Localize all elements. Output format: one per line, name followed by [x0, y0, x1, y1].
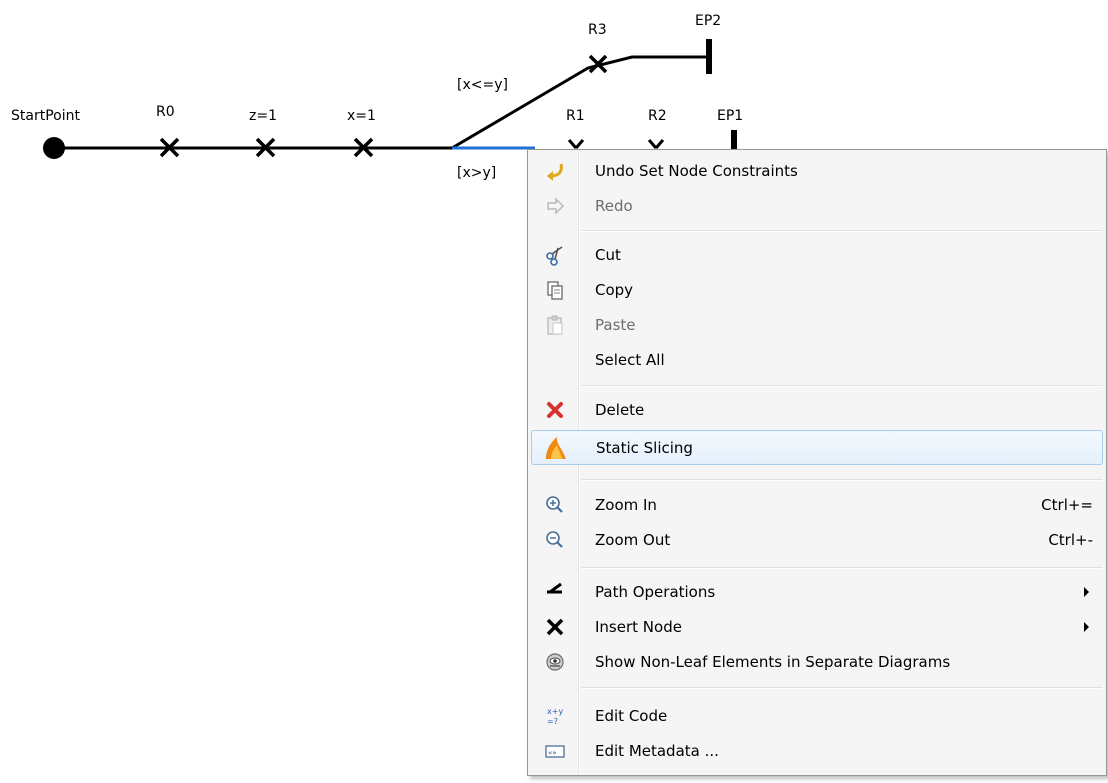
node-r1-label: R1 [566, 108, 585, 124]
path-operations-icon [544, 581, 566, 603]
zoom-out-icon [544, 529, 566, 551]
insert-node-icon [544, 616, 566, 638]
end-point-ep2-label: EP2 [695, 13, 721, 29]
menu-item-edit-code[interactable]: x+y =? Edit Code [531, 699, 1103, 733]
menu-separator [581, 385, 1102, 387]
menu-item-insert-node[interactable]: Insert Node [531, 610, 1103, 644]
menu-item-edit-metadata[interactable]: «» Edit Metadata ... [531, 734, 1103, 768]
submenu-arrow-icon [1084, 587, 1089, 597]
end-point-ep1[interactable] [731, 130, 737, 149]
menu-item-path-operations[interactable]: Path Operations [531, 575, 1103, 609]
branch-lower-guard: [x>y] [457, 165, 496, 181]
node-x1-label: x=1 [347, 108, 376, 124]
menu-item-paste[interactable]: Paste [531, 308, 1103, 342]
menu-item-static-slicing[interactable]: Static Slicing [531, 430, 1103, 465]
menu-item-zoom-in[interactable]: Zoom In Ctrl+= [531, 488, 1103, 522]
submenu-arrow-icon [1084, 622, 1089, 632]
diagrams-icon [544, 651, 566, 673]
menu-separator [581, 687, 1102, 689]
node-r2-label: R2 [648, 108, 667, 124]
menu-item-cut[interactable]: Cut [531, 238, 1103, 272]
svg-text:«»: «» [548, 749, 557, 757]
zoom-in-icon [544, 494, 566, 516]
menu-separator [581, 479, 1102, 481]
slicing-icon [542, 434, 570, 462]
menu-separator [581, 230, 1102, 232]
branch-upper-guard: [x<=y] [457, 77, 508, 93]
context-menu: Undo Set Node Constraints Redo Cut Copy … [527, 149, 1107, 776]
zoom-out-shortcut: Ctrl+- [1048, 531, 1093, 549]
start-point-label: StartPoint [11, 108, 80, 124]
copy-icon [544, 279, 566, 301]
zoom-in-shortcut: Ctrl+= [1041, 496, 1093, 514]
node-z1-label: z=1 [249, 108, 277, 124]
edit-code-icon: x+y =? [544, 705, 566, 727]
menu-item-redo[interactable]: Redo [531, 189, 1103, 223]
redo-icon [544, 195, 566, 217]
node-r2-partial[interactable] [647, 139, 665, 149]
undo-icon [544, 160, 566, 182]
svg-text:=?: =? [547, 717, 558, 726]
edit-metadata-icon: «» [544, 740, 566, 762]
menu-item-copy[interactable]: Copy [531, 273, 1103, 307]
node-r3-label: R3 [588, 22, 607, 38]
menu-item-show-non-leaf[interactable]: Show Non-Leaf Elements in Separate Diagr… [531, 645, 1103, 679]
svg-text:x+y: x+y [547, 707, 563, 716]
delete-icon [544, 399, 566, 421]
end-point-ep2[interactable] [706, 39, 712, 74]
cut-icon [544, 244, 566, 266]
node-r1-partial[interactable] [567, 139, 585, 149]
path-edge-upper[interactable] [451, 55, 708, 150]
menu-separator [581, 567, 1102, 569]
start-point-node[interactable] [43, 137, 65, 159]
menu-item-select-all[interactable]: Select All [531, 343, 1103, 377]
node-r0-label: R0 [156, 104, 175, 120]
end-point-ep1-label: EP1 [717, 108, 743, 124]
menu-item-delete[interactable]: Delete [531, 393, 1103, 427]
menu-item-zoom-out[interactable]: Zoom Out Ctrl+- [531, 523, 1103, 557]
paste-icon [544, 314, 566, 336]
menu-item-undo[interactable]: Undo Set Node Constraints [531, 154, 1103, 188]
